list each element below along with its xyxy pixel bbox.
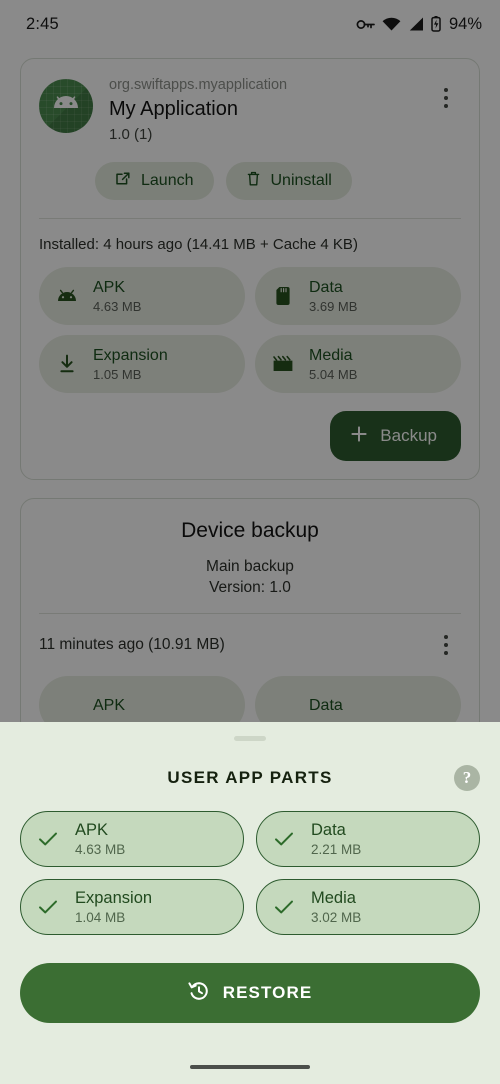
navigation-bar (0, 1050, 500, 1084)
app-overflow-menu-icon[interactable] (431, 81, 461, 115)
sheet-part-media[interactable]: Media 3.02 MB (256, 879, 480, 935)
launch-label: Launch (141, 172, 194, 189)
device-backup-subtitle: Main backup (206, 558, 294, 575)
signal-icon (408, 17, 424, 31)
installed-info: Installed: 4 hours ago (14.41 MB + Cache… (39, 236, 358, 253)
android-icon (55, 289, 79, 303)
android-robot-icon (39, 79, 93, 133)
app-part-expansion-name: Expansion (93, 346, 168, 364)
app-part-expansion-size: 1.05 MB (93, 366, 142, 382)
app-parts-grid: APK 4.63 MB Data 3.69 MB Expansion 1.05 … (39, 267, 461, 393)
app-action-row: Launch Uninstall (95, 162, 461, 200)
app-part-apk-name: APK (93, 278, 126, 296)
check-icon (37, 831, 59, 847)
uninstall-button[interactable]: Uninstall (225, 162, 352, 200)
battery-percent: 94% (448, 14, 482, 33)
sheet-part-expansion[interactable]: Expansion 1.04 MB (20, 879, 244, 935)
app-part-data[interactable]: Data 3.69 MB (255, 267, 461, 325)
check-icon (273, 831, 295, 847)
vpn-key-icon (356, 18, 375, 31)
uninstall-label: Uninstall (270, 172, 332, 189)
sheet-part-data-name: Data (311, 821, 346, 839)
package-name: org.swiftapps.myapplication (109, 77, 288, 93)
status-icons: 94% (356, 15, 482, 34)
sheet-part-media-size: 3.02 MB (311, 910, 362, 925)
sheet-part-expansion-size: 1.04 MB (75, 910, 126, 925)
drag-handle[interactable] (234, 736, 266, 741)
device-card-divider (39, 613, 461, 614)
user-app-parts-sheet: USER APP PARTS ? APK 4.63 MB Data 2.21 M… (0, 722, 500, 1084)
help-icon[interactable]: ? (454, 765, 480, 791)
app-part-media-name: Media (309, 346, 353, 364)
sheet-parts-grid: APK 4.63 MB Data 2.21 MB Expansion 1.04 … (20, 811, 480, 935)
fab-row: Backup (39, 411, 461, 461)
restore-button[interactable]: RESTORE (20, 963, 480, 1023)
sheet-part-data[interactable]: Data 2.21 MB (256, 811, 480, 867)
app-version: 1.0 (1) (109, 126, 153, 143)
backup-button[interactable]: Backup (330, 411, 461, 461)
wifi-icon (382, 17, 401, 31)
movie-icon (271, 355, 295, 373)
device-part-apk-name: APK (93, 696, 126, 714)
phone-screen: 2:45 94% org.swiftapps.myapplication My … (0, 0, 500, 1084)
sheet-part-apk-size: 4.63 MB (75, 842, 126, 857)
launch-button[interactable]: Launch (95, 162, 214, 200)
status-time: 2:45 (26, 14, 59, 33)
open-in-new-icon (115, 171, 131, 192)
battery-icon (431, 16, 441, 32)
status-bar: 2:45 94% (0, 0, 500, 48)
device-part-data-name: Data (309, 696, 343, 714)
app-part-media[interactable]: Media 5.04 MB (255, 335, 461, 393)
app-part-data-size: 3.69 MB (309, 298, 358, 314)
gesture-nav-pill[interactable] (190, 1065, 310, 1069)
sheet-title: USER APP PARTS (167, 768, 333, 787)
sd-card-icon (271, 286, 295, 306)
plus-icon (350, 425, 368, 448)
check-icon (273, 899, 295, 915)
download-icon (55, 354, 79, 374)
sheet-header: USER APP PARTS ? (20, 764, 480, 792)
sheet-part-apk-name: APK (75, 821, 109, 839)
backup-timestamp: 11 minutes ago (10.91 MB) (39, 636, 225, 653)
restore-history-icon (188, 980, 210, 1007)
sheet-part-media-name: Media (311, 889, 356, 907)
app-header: org.swiftapps.myapplication My Applicati… (39, 75, 461, 146)
sheet-part-expansion-name: Expansion (75, 889, 153, 907)
check-icon (37, 899, 59, 915)
app-part-data-name: Data (309, 278, 343, 296)
app-part-media-size: 5.04 MB (309, 366, 358, 382)
device-backup-version: Version: 1.0 (209, 579, 291, 596)
backup-overflow-menu-icon[interactable] (431, 628, 461, 662)
app-name: My Application (109, 98, 238, 120)
app-part-apk-size: 4.63 MB (93, 298, 142, 314)
device-backup-title: Device backup (181, 519, 319, 542)
restore-label: RESTORE (222, 983, 313, 1002)
sheet-part-data-size: 2.21 MB (311, 842, 362, 857)
card-divider (39, 218, 461, 219)
device-backup-card: Device backup Main backup Version: 1.0 1… (20, 498, 480, 735)
app-info-card: org.swiftapps.myapplication My Applicati… (20, 58, 480, 480)
app-part-expansion[interactable]: Expansion 1.05 MB (39, 335, 245, 393)
trash-icon (246, 170, 261, 192)
sheet-part-apk[interactable]: APK 4.63 MB (20, 811, 244, 867)
backup-entry-row: 11 minutes ago (10.91 MB) (39, 628, 461, 662)
app-meta: org.swiftapps.myapplication My Applicati… (109, 75, 431, 146)
app-part-apk[interactable]: APK 4.63 MB (39, 267, 245, 325)
backup-label: Backup (380, 426, 437, 445)
